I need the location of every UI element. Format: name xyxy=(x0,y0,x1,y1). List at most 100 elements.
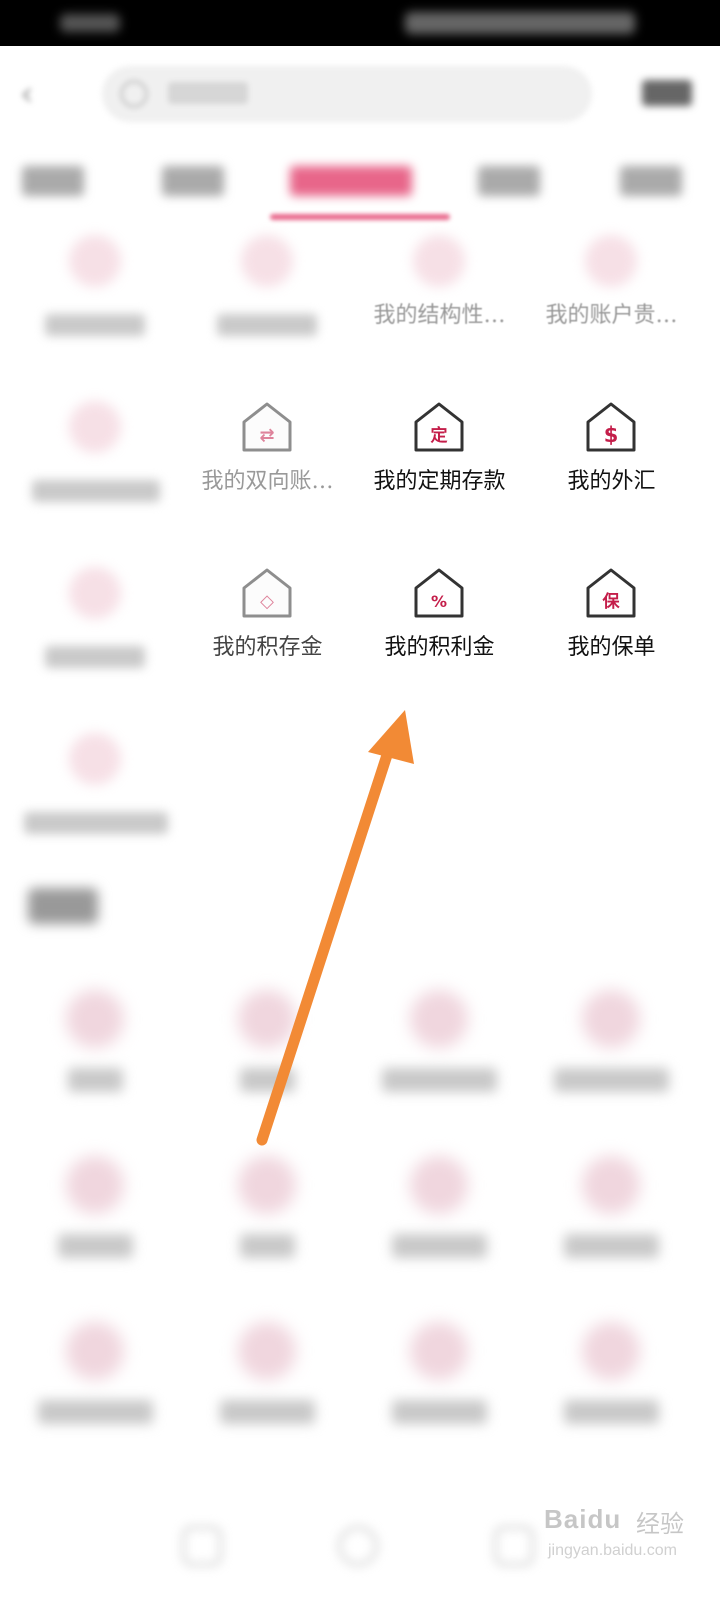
grid-item-label: 我的保单 xyxy=(567,635,656,660)
watermark-brand: Baidu xyxy=(544,1504,622,1534)
grid-item-b5[interactable] xyxy=(8,1156,183,1296)
search-icon xyxy=(120,80,148,108)
blurred-icon xyxy=(66,730,124,788)
grid-item-label xyxy=(240,1068,295,1092)
blurred-icon xyxy=(582,232,640,290)
grid-item-forex[interactable]: $ 我的外汇 xyxy=(524,398,699,558)
grid-item-b12[interactable] xyxy=(524,1322,699,1462)
blurred-icon xyxy=(66,232,124,290)
baidu-jingyan-watermark: Baidu 经验 jingyan.baidu.com xyxy=(540,1500,710,1590)
grid-item-label xyxy=(45,314,145,336)
grid-item-structured-product[interactable]: 我的结构性… xyxy=(352,232,527,392)
grid-item-label xyxy=(45,646,145,668)
insurance-policy-house-icon: 保 xyxy=(582,564,640,622)
blurred-icon xyxy=(238,1322,296,1380)
grid-item-label: 我的外汇 xyxy=(567,469,656,494)
blurred-icon xyxy=(410,990,468,1048)
grid-item-b4[interactable] xyxy=(524,990,699,1130)
grid-item-label: 我的双向账… xyxy=(201,469,334,494)
time-deposit-house-icon: 定 xyxy=(410,398,468,456)
grid-item-label xyxy=(24,812,168,834)
grid-item-gold-accumulation[interactable]: ◇ 我的积存金 xyxy=(180,564,355,724)
grid-item-account-precious-metal[interactable]: 我的账户贵… xyxy=(524,232,699,392)
grid-item-label: 我的积利金 xyxy=(384,635,495,660)
status-icons xyxy=(405,12,635,34)
grid-item-label: 我的定期存款 xyxy=(373,469,506,494)
blurred-icon xyxy=(410,1322,468,1380)
grid-item-label: 我的积存金 xyxy=(212,635,323,660)
blurred-icon xyxy=(66,398,124,456)
blurred-icon xyxy=(238,1156,296,1214)
grid-item-r3c1[interactable] xyxy=(8,564,183,724)
grid-item-r1c1[interactable] xyxy=(8,232,183,392)
grid-item-label xyxy=(38,1400,153,1424)
nav-home-icon[interactable] xyxy=(338,1526,378,1566)
category-tabs xyxy=(0,142,720,224)
grid-item-b11[interactable] xyxy=(352,1322,527,1462)
svg-text:$: $ xyxy=(604,423,619,447)
grid-item-gold-interest[interactable]: % 我的积利金 xyxy=(352,564,527,724)
exchange-house-icon: ⇄ xyxy=(238,398,296,456)
tab-2[interactable] xyxy=(162,166,224,196)
back-arrow-icon[interactable]: ‹ xyxy=(20,76,50,112)
grid-item-label xyxy=(220,1400,315,1424)
tab-4[interactable] xyxy=(478,166,540,196)
grid-item-label xyxy=(564,1234,659,1258)
blurred-icon xyxy=(238,990,296,1048)
grid-item-label xyxy=(554,1068,669,1092)
grid-item-two-way-account[interactable]: ⇄ 我的双向账… xyxy=(180,398,355,558)
grid-item-label xyxy=(564,1400,659,1424)
grid-item-label: 我的账户贵… xyxy=(545,303,678,328)
nav-recent-icon[interactable] xyxy=(182,1526,222,1566)
status-bar xyxy=(0,0,720,46)
blurred-icon xyxy=(238,232,296,290)
svg-text:◇: ◇ xyxy=(260,591,274,612)
grid-item-b6[interactable] xyxy=(180,1156,355,1296)
forex-house-icon: $ xyxy=(582,398,640,456)
blurred-icon xyxy=(66,1156,124,1214)
grid-item-b9[interactable] xyxy=(8,1322,183,1462)
app-header: ‹ xyxy=(0,46,720,142)
tab-active[interactable] xyxy=(290,166,412,196)
grid-item-label xyxy=(382,1068,497,1092)
blurred-icon xyxy=(66,990,124,1048)
active-tab-indicator xyxy=(270,214,450,220)
grid-item-b8[interactable] xyxy=(524,1156,699,1296)
grid-item-label xyxy=(392,1400,487,1424)
grid-item-label xyxy=(32,480,160,502)
grid-item-r1c2[interactable] xyxy=(180,232,355,392)
grid-item-b7[interactable] xyxy=(352,1156,527,1296)
search-placeholder xyxy=(168,82,248,104)
section-title xyxy=(28,888,98,924)
gold-interest-house-icon: % xyxy=(410,564,468,622)
grid-item-b10[interactable] xyxy=(180,1322,355,1462)
grid-item-b3[interactable] xyxy=(352,990,527,1130)
grid-item-time-deposit[interactable]: 定 我的定期存款 xyxy=(352,398,527,558)
grid-item-label xyxy=(240,1234,295,1258)
tab-1[interactable] xyxy=(22,166,84,196)
header-action-button[interactable] xyxy=(642,80,692,106)
grid-item-r4c1[interactable] xyxy=(8,730,183,890)
grid-item-b2[interactable] xyxy=(180,990,355,1130)
nav-back-icon[interactable] xyxy=(494,1526,534,1566)
watermark-url: jingyan.baidu.com xyxy=(548,1542,677,1559)
blurred-icon xyxy=(410,232,468,290)
blurred-icon xyxy=(582,1156,640,1214)
svg-text:定: 定 xyxy=(431,425,448,446)
blurred-icon xyxy=(66,564,124,622)
grid-item-label xyxy=(392,1234,487,1258)
svg-text:⇄: ⇄ xyxy=(259,425,274,446)
svg-text:%: % xyxy=(431,592,447,611)
grid-item-label: 我的结构性… xyxy=(373,303,506,328)
status-time xyxy=(60,14,120,32)
tab-5[interactable] xyxy=(620,166,682,196)
grid-item-label xyxy=(58,1234,133,1258)
grid-item-r2c1[interactable] xyxy=(8,398,183,558)
svg-text:保: 保 xyxy=(602,591,621,612)
blurred-icon xyxy=(66,1322,124,1380)
blurred-icon xyxy=(582,990,640,1048)
search-input[interactable] xyxy=(102,66,592,122)
grid-item-insurance-policy[interactable]: 保 我的保单 xyxy=(524,564,699,724)
gold-accumulation-house-icon: ◇ xyxy=(238,564,296,622)
grid-item-b1[interactable] xyxy=(8,990,183,1130)
